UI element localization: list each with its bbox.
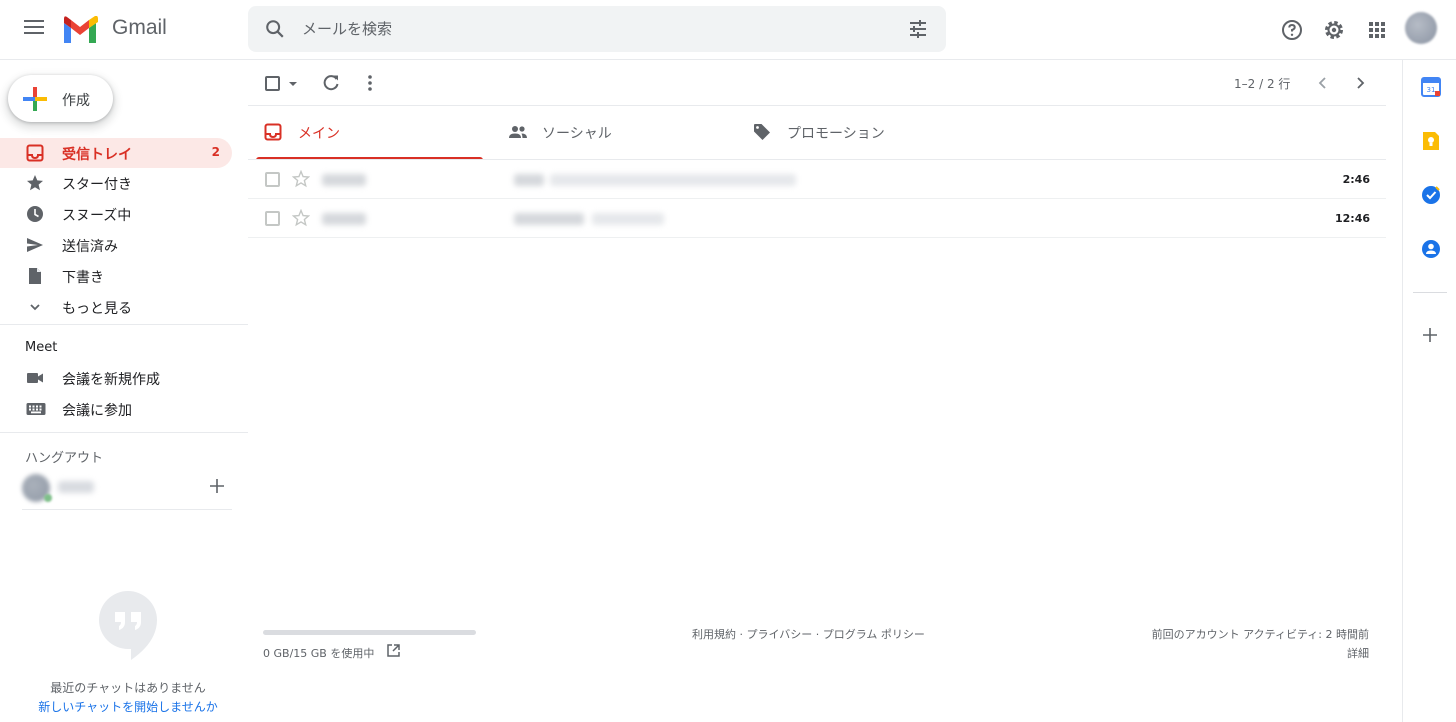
sidebar-item-drafts[interactable]: 下書き bbox=[0, 261, 232, 291]
hangouts-section-title: ハングアウト bbox=[25, 451, 104, 466]
sidebar-item-label: 下書き bbox=[62, 270, 104, 286]
sidebar-item-label: 受信トレイ bbox=[62, 147, 132, 163]
sidebar-item-label: 会議に参加 bbox=[62, 403, 132, 419]
chevron-right-icon[interactable] bbox=[1352, 74, 1368, 92]
refresh-icon[interactable] bbox=[321, 73, 341, 93]
sidebar-item-label: スター付き bbox=[62, 177, 132, 193]
more-options-icon[interactable] bbox=[361, 73, 379, 93]
sidebar-item-sent[interactable]: 送信済み bbox=[0, 230, 232, 260]
sender-name-blurred bbox=[322, 213, 366, 225]
people-icon bbox=[509, 126, 527, 138]
calendar-icon[interactable]: 31 bbox=[1421, 77, 1441, 97]
sidebar-divider bbox=[0, 432, 248, 433]
draft-icon bbox=[29, 268, 41, 284]
sidebar-divider bbox=[22, 509, 232, 510]
activity-details-link[interactable]: 詳細 bbox=[1347, 645, 1369, 661]
email-row[interactable]: 12:46 bbox=[248, 199, 1386, 238]
sidebar-item-join-meeting[interactable]: 会議に参加 bbox=[0, 394, 232, 424]
settings-gear-icon[interactable] bbox=[1322, 18, 1346, 42]
apps-grid-icon[interactable] bbox=[1365, 18, 1389, 42]
chevron-down-icon bbox=[30, 304, 40, 311]
send-icon bbox=[27, 238, 43, 252]
subject-blurred bbox=[514, 213, 584, 225]
star-outline-icon[interactable] bbox=[292, 209, 310, 227]
start-new-chat-link[interactable]: 新しいチャットを開始しませんか bbox=[0, 698, 256, 715]
gmail-logo[interactable] bbox=[62, 16, 98, 43]
snippet-blurred bbox=[550, 174, 796, 186]
compose-plus-icon bbox=[23, 87, 47, 111]
no-recent-chats-text: 最近のチャットはありません bbox=[50, 681, 206, 695]
sidebar-item-starred[interactable]: スター付き bbox=[0, 168, 232, 198]
select-menu-caret-icon[interactable] bbox=[288, 80, 298, 88]
tab-social[interactable]: ソーシャル bbox=[500, 106, 735, 160]
compose-label: 作成 bbox=[62, 93, 90, 109]
email-time: 12:46 bbox=[1334, 212, 1370, 225]
sender-name-blurred bbox=[322, 174, 366, 186]
sidebar-item-new-meeting[interactable]: 会議を新規作成 bbox=[0, 363, 232, 393]
sidebar-item-label: もっと見る bbox=[62, 301, 132, 317]
email-checkbox[interactable] bbox=[265, 172, 280, 187]
unread-count-badge: 2 bbox=[211, 145, 220, 159]
keep-notes-icon[interactable] bbox=[1421, 131, 1441, 151]
subject-blurred bbox=[514, 174, 544, 186]
add-addon-plus-icon[interactable] bbox=[1421, 326, 1439, 344]
search-input[interactable] bbox=[302, 14, 862, 44]
pagination-range: 1–2 / 2 行 bbox=[1234, 77, 1291, 91]
side-panel: 31 bbox=[1402, 60, 1456, 722]
main-menu-icon[interactable] bbox=[24, 20, 44, 38]
new-chat-plus-icon[interactable] bbox=[208, 477, 226, 495]
sidebar-item-label: スヌーズ中 bbox=[62, 208, 132, 224]
user-name-blurred bbox=[58, 481, 94, 493]
svg-text:31: 31 bbox=[1427, 86, 1436, 94]
sidebar-item-snoozed[interactable]: スヌーズ中 bbox=[0, 199, 232, 229]
sidebar-divider bbox=[0, 324, 248, 325]
search-icon[interactable] bbox=[264, 18, 286, 40]
sidebar-item-label: 送信済み bbox=[62, 239, 118, 255]
sidebar-item-label: 会議を新規作成 bbox=[62, 372, 160, 388]
chevron-left-icon[interactable] bbox=[1315, 74, 1331, 92]
tag-icon bbox=[754, 124, 770, 140]
star-icon bbox=[27, 175, 43, 191]
last-account-activity: 前回のアカウント アクティビティ: 2 時間前 bbox=[1151, 628, 1369, 641]
side-panel-divider bbox=[1413, 292, 1447, 293]
tab-label: ソーシャル bbox=[542, 126, 612, 142]
tab-label: メイン bbox=[298, 126, 340, 142]
email-checkbox[interactable] bbox=[265, 211, 280, 226]
hangouts-user[interactable] bbox=[22, 474, 112, 502]
keyboard-icon bbox=[26, 403, 46, 415]
search-options-icon[interactable] bbox=[908, 19, 928, 39]
account-avatar[interactable] bbox=[1405, 12, 1437, 44]
clock-icon bbox=[27, 206, 43, 222]
videocam-icon bbox=[27, 373, 43, 383]
meet-section-title: Meet bbox=[25, 340, 58, 355]
tab-promotions[interactable]: プロモーション bbox=[745, 106, 980, 160]
search-bar[interactable] bbox=[248, 6, 946, 52]
sidebar-item-inbox[interactable]: 受信トレイ 2 bbox=[0, 138, 232, 168]
footer-policy-links[interactable]: 利用規約 · プライバシー · プログラム ポリシー bbox=[692, 626, 925, 642]
sidebar-item-more[interactable]: もっと見る bbox=[0, 292, 232, 322]
help-icon[interactable] bbox=[1280, 18, 1304, 42]
hangouts-chat-bubble-icon bbox=[99, 591, 157, 660]
storage-usage-bar bbox=[263, 630, 476, 635]
tasks-icon[interactable] bbox=[1421, 185, 1441, 205]
contacts-icon[interactable] bbox=[1421, 239, 1441, 259]
storage-usage-text: 0 GB/15 GB を使用中 bbox=[263, 647, 375, 660]
email-row[interactable]: 2:46 bbox=[248, 160, 1386, 199]
app-name: Gmail bbox=[112, 16, 167, 39]
email-time: 2:46 bbox=[1342, 173, 1370, 186]
select-all-checkbox[interactable] bbox=[265, 76, 280, 91]
compose-button[interactable]: 作成 bbox=[8, 75, 113, 122]
tab-primary[interactable]: メイン bbox=[256, 106, 491, 160]
top-bar: Gmail bbox=[0, 0, 1456, 60]
snippet-blurred bbox=[592, 213, 664, 225]
tab-label: プロモーション bbox=[787, 126, 885, 142]
online-status-dot bbox=[44, 494, 52, 502]
star-outline-icon[interactable] bbox=[292, 170, 310, 188]
inbox-icon bbox=[264, 123, 282, 141]
inbox-icon bbox=[26, 144, 44, 162]
open-in-new-icon[interactable] bbox=[386, 643, 401, 658]
